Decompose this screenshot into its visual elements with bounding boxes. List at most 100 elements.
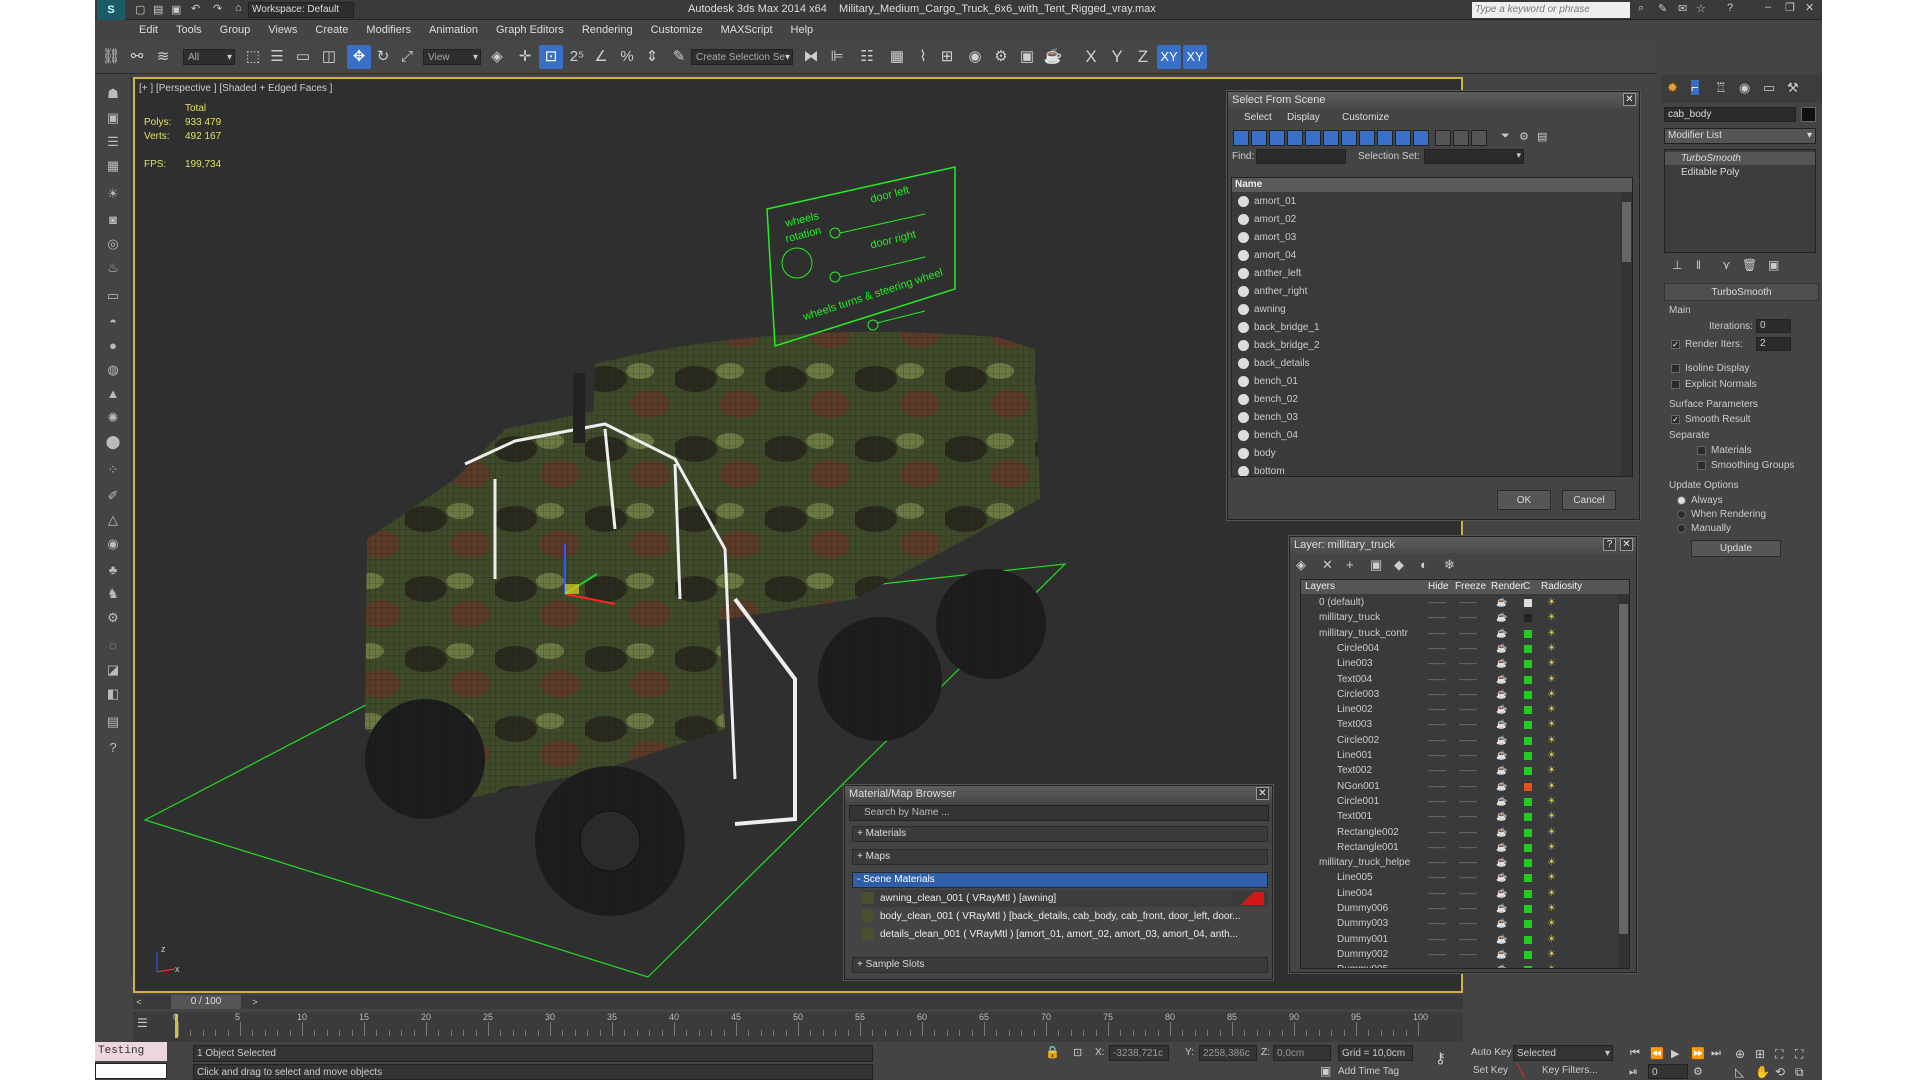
radiosity-icon[interactable]: ☀ bbox=[1547, 689, 1558, 699]
time-slider-thumb[interactable]: 0 / 100 bbox=[171, 995, 241, 1009]
layer-highlight-icon[interactable]: ◆ bbox=[1394, 557, 1404, 573]
scene-object-row[interactable]: anther_right bbox=[1232, 283, 1622, 301]
align-icon[interactable]: ⊫ bbox=[825, 45, 849, 69]
add-time-tag[interactable]: Add Time Tag bbox=[1338, 1066, 1399, 1077]
graphite-ribbon-icon[interactable]: ▦ bbox=[885, 45, 909, 69]
layer-dialog-title[interactable]: Layer: millitary_truck? ✕ bbox=[1290, 537, 1636, 553]
time-tag-icon[interactable]: ▣ bbox=[1320, 1064, 1331, 1078]
layer-color-swatch[interactable] bbox=[1524, 797, 1532, 806]
script-icon[interactable]: ▤ bbox=[101, 711, 125, 733]
radiosity-icon[interactable]: ☀ bbox=[1547, 781, 1558, 791]
plant-icon[interactable]: ♣ bbox=[101, 559, 125, 581]
section-materials[interactable]: + Materials bbox=[852, 826, 1268, 842]
find-input[interactable] bbox=[1256, 149, 1346, 164]
paint-icon[interactable]: ✐ bbox=[101, 485, 125, 507]
radiosity-icon[interactable]: ☀ bbox=[1547, 598, 1558, 608]
layer-row[interactable]: millitary_truck_contr —— —— ☕ ☀ bbox=[1301, 626, 1629, 641]
hide-toggle[interactable]: —— bbox=[1428, 855, 1446, 870]
layer-color-swatch[interactable] bbox=[1524, 859, 1532, 868]
render-teapot-icon[interactable]: ☕ bbox=[1496, 825, 1507, 840]
minimize-icon[interactable]: – bbox=[1765, 1, 1771, 13]
hide-toggle[interactable]: —— bbox=[1428, 595, 1446, 610]
selected-keys-combo[interactable]: Selected ▾ bbox=[1513, 1045, 1613, 1061]
axis-x-constraint[interactable]: X bbox=[1079, 45, 1103, 69]
radiosity-icon[interactable]: ☀ bbox=[1547, 613, 1558, 623]
set-key-button[interactable]: Set Key bbox=[1473, 1065, 1508, 1076]
radiosity-icon[interactable]: ☀ bbox=[1547, 949, 1558, 959]
teapot-icon[interactable]: ☗ bbox=[101, 83, 125, 105]
col-freeze[interactable]: Freeze bbox=[1455, 580, 1486, 594]
render-teapot-icon[interactable]: ☕ bbox=[1496, 855, 1507, 870]
maximize-viewport-icon[interactable]: ⧉ bbox=[1795, 1065, 1804, 1080]
freeze-toggle[interactable]: —— bbox=[1459, 947, 1477, 962]
render-setup-icon[interactable]: ⚙ bbox=[989, 45, 1013, 69]
layer-color-swatch[interactable] bbox=[1524, 920, 1532, 929]
material-browser-close-icon[interactable]: ✕ bbox=[1256, 787, 1269, 800]
render-teapot-icon[interactable]: ☕ bbox=[1496, 748, 1507, 763]
hide-toggle[interactable]: —— bbox=[1428, 702, 1446, 717]
radiosity-icon[interactable]: ☀ bbox=[1547, 674, 1558, 684]
col-radiosity[interactable]: Radiosity bbox=[1541, 580, 1582, 594]
scene-object-row[interactable]: bottom bbox=[1232, 463, 1622, 476]
select-menu-select[interactable]: Select bbox=[1244, 112, 1272, 123]
scene-object-row[interactable]: amort_01 bbox=[1232, 193, 1622, 211]
sun-icon[interactable]: ✺ bbox=[101, 407, 125, 429]
freeze-toggle[interactable]: —— bbox=[1459, 809, 1477, 824]
radiosity-icon[interactable]: ☀ bbox=[1547, 919, 1558, 929]
pin-stack-icon[interactable]: ⊥ bbox=[1672, 258, 1682, 272]
render-teapot-icon[interactable]: ☕ bbox=[1496, 610, 1507, 625]
iterations-spinner[interactable]: 0 bbox=[1756, 319, 1791, 333]
make-unique-icon[interactable]: ⋎ bbox=[1722, 258, 1731, 272]
freeze-toggle[interactable]: —— bbox=[1459, 656, 1477, 671]
freeze-toggle[interactable]: —— bbox=[1459, 886, 1477, 901]
layer-color-swatch[interactable] bbox=[1524, 629, 1532, 638]
qat-new-icon[interactable]: ▢ bbox=[135, 3, 145, 16]
col-hide[interactable]: Hide bbox=[1428, 580, 1449, 594]
layer-row[interactable]: Rectangle001 —— —— ☕ ☀ bbox=[1301, 840, 1629, 855]
layer-color-swatch[interactable] bbox=[1524, 966, 1532, 968]
selection-filter-combo[interactable]: All ▾ bbox=[183, 49, 235, 65]
render-teapot-icon[interactable]: ☕ bbox=[1496, 962, 1507, 968]
object-name-input[interactable]: cab_body bbox=[1664, 107, 1796, 122]
mirror-icon[interactable]: ⧓ bbox=[799, 45, 823, 69]
scene-object-row[interactable]: awning bbox=[1232, 301, 1622, 319]
layer-row[interactable]: Line002 —— —— ☕ ☀ bbox=[1301, 702, 1629, 717]
freeze-toggle[interactable]: —— bbox=[1459, 610, 1477, 625]
stack-turbosmooth[interactable]: TurboSmooth bbox=[1665, 152, 1815, 165]
create-tab-icon[interactable]: ✹ bbox=[1667, 80, 1678, 96]
layer-color-swatch[interactable] bbox=[1524, 813, 1532, 822]
menu-views[interactable]: Views bbox=[259, 20, 306, 40]
hide-toggle[interactable]: —— bbox=[1428, 687, 1446, 702]
menu-animation[interactable]: Animation bbox=[420, 20, 487, 40]
material-body[interactable]: body_clean_001 ( VRayMtl ) [back_details… bbox=[862, 908, 1268, 925]
layer-color-swatch[interactable] bbox=[1524, 767, 1532, 776]
scene-object-row[interactable]: anther_left bbox=[1232, 265, 1622, 283]
render-teapot-icon[interactable]: ☕ bbox=[1496, 733, 1507, 748]
torus-icon[interactable]: ◍ bbox=[101, 359, 125, 381]
layer-color-swatch[interactable] bbox=[1524, 736, 1532, 745]
communication-icon[interactable]: ✉ bbox=[1678, 2, 1687, 15]
layer-color-swatch[interactable] bbox=[1524, 950, 1532, 959]
radiosity-icon[interactable]: ☀ bbox=[1547, 796, 1558, 806]
filter-none-icon[interactable] bbox=[1453, 130, 1469, 146]
remove-modifier-icon[interactable]: 🗑 bbox=[1742, 258, 1757, 272]
layer-color-swatch[interactable] bbox=[1524, 675, 1532, 684]
z-coord-field[interactable]: 0,0cm bbox=[1273, 1045, 1331, 1061]
radiosity-icon[interactable]: ☀ bbox=[1547, 858, 1558, 868]
filter-warps-icon[interactable] bbox=[1323, 130, 1339, 146]
always-radio[interactable]: Always bbox=[1677, 495, 1723, 506]
layer-row[interactable]: Circle001 —— —— ☕ ☀ bbox=[1301, 794, 1629, 809]
layer-row[interactable]: Text004 —— —— ☕ ☀ bbox=[1301, 672, 1629, 687]
layer-color-swatch[interactable] bbox=[1524, 935, 1532, 944]
hide-toggle[interactable]: —— bbox=[1428, 672, 1446, 687]
hide-toggle[interactable]: —— bbox=[1428, 779, 1446, 794]
layer-row[interactable]: Rectangle002 —— —— ☕ ☀ bbox=[1301, 825, 1629, 840]
render-teapot-icon[interactable]: ☕ bbox=[1496, 779, 1507, 794]
update-button[interactable]: Update bbox=[1691, 540, 1781, 557]
app-logo[interactable]: S bbox=[97, 0, 125, 20]
subscription-icon[interactable]: ✎ bbox=[1658, 2, 1667, 15]
render-teapot-icon[interactable]: ☕ bbox=[1496, 641, 1507, 656]
link-icon[interactable]: ⛓ bbox=[99, 45, 123, 69]
layer-hide-all-icon[interactable]: ◐ bbox=[1420, 557, 1428, 572]
named-selection-set-combo[interactable]: Create Selection Se ▾ bbox=[691, 49, 793, 65]
